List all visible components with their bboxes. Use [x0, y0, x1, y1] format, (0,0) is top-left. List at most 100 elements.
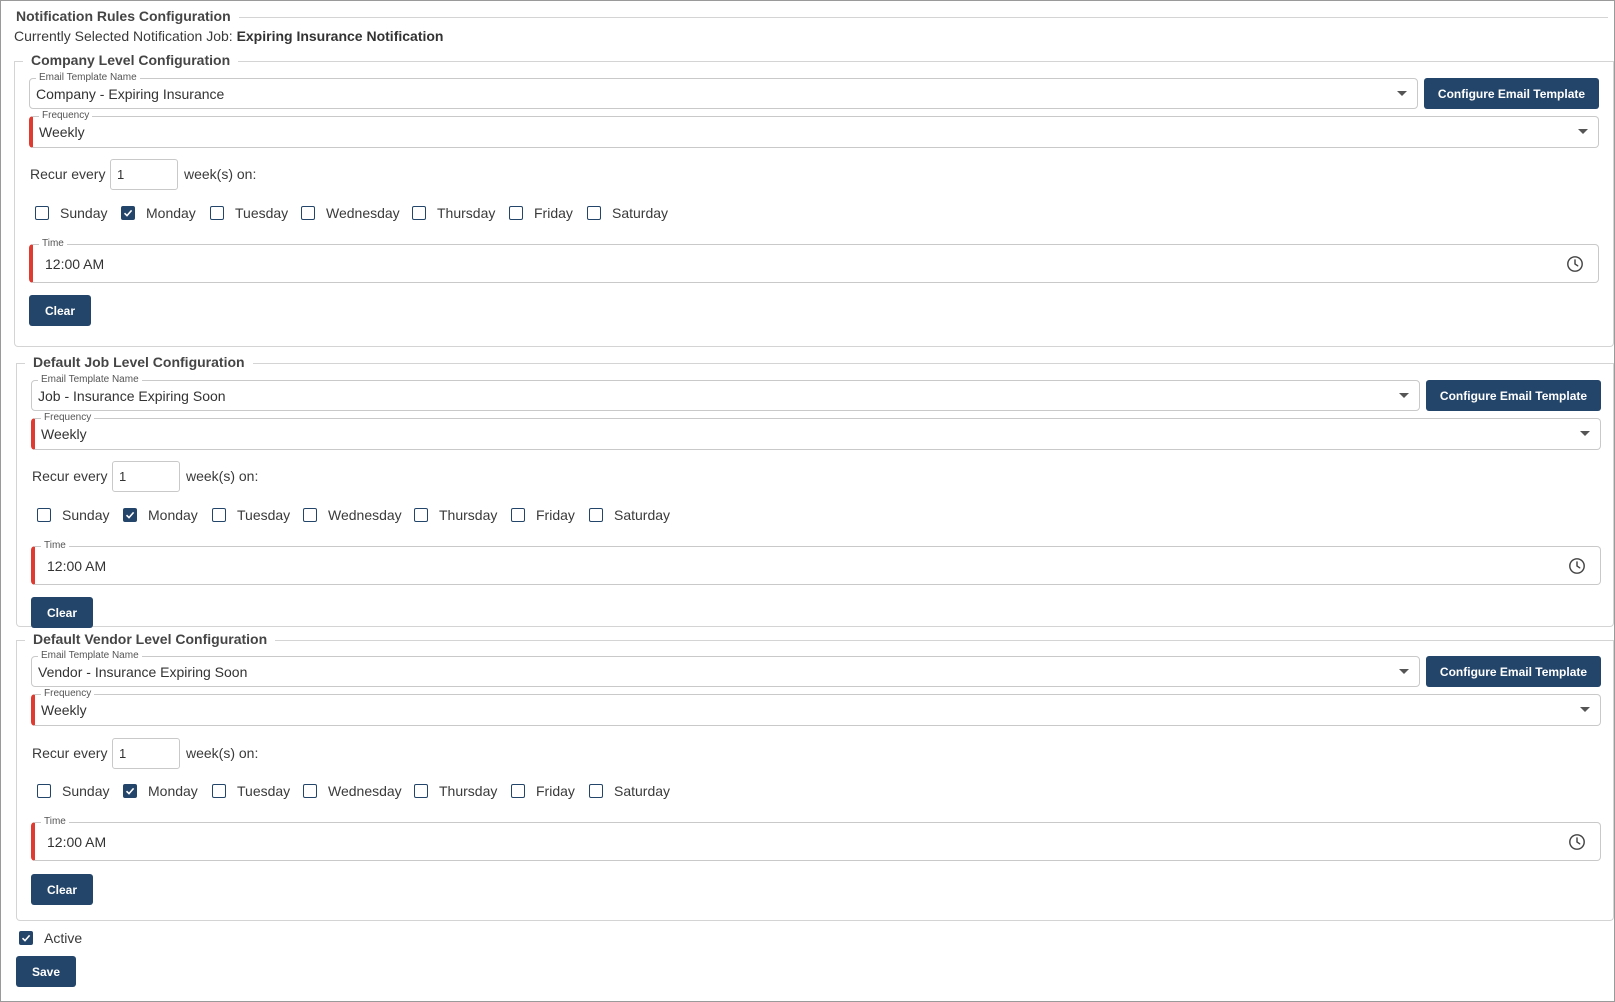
day-checkbox-tuesday[interactable]: Tuesday	[210, 205, 288, 221]
day-label: Sunday	[62, 783, 110, 799]
checkbox-box[interactable]	[589, 784, 603, 798]
day-checkbox-friday[interactable]: Friday	[511, 507, 575, 523]
day-checkbox-sunday[interactable]: Sunday	[35, 205, 107, 221]
recur-weeks-input[interactable]	[112, 461, 180, 492]
checkbox-box[interactable]	[35, 206, 49, 220]
day-label: Thursday	[439, 783, 498, 799]
checkbox-box[interactable]	[19, 931, 33, 945]
checkbox-box[interactable]	[123, 508, 137, 522]
checkbox-box[interactable]	[587, 206, 601, 220]
checkmark-icon	[123, 209, 133, 217]
time-input[interactable]: Time 12:00 AM	[29, 238, 1599, 283]
day-label: Sunday	[60, 205, 108, 221]
email-template-value: Company - Expiring Insurance	[36, 85, 225, 102]
day-checkbox-friday[interactable]: Friday	[509, 205, 573, 221]
fieldset-top-line	[8, 17, 1608, 18]
clear-button[interactable]: Clear	[31, 874, 93, 905]
day-label: Wednesday	[328, 507, 402, 523]
checkbox-box[interactable]	[511, 784, 525, 798]
clear-button[interactable]: Clear	[29, 295, 91, 326]
selected-job-name: Expiring Insurance Notification	[236, 28, 444, 44]
checkbox-box[interactable]	[37, 784, 51, 798]
email-template-select[interactable]: Email Template Name Job - Insurance Expi…	[31, 374, 1420, 411]
day-checkbox-monday[interactable]: Monday	[123, 507, 198, 523]
checkbox-box[interactable]	[412, 206, 426, 220]
section-title: Company Level Configuration	[23, 52, 239, 68]
configure-email-template-button[interactable]: Configure Email Template	[1426, 656, 1601, 687]
chevron-down-icon	[1580, 707, 1590, 712]
day-checkbox-monday[interactable]: Monday	[123, 783, 198, 799]
day-label: Wednesday	[326, 205, 400, 221]
checkbox-box[interactable]	[123, 784, 137, 798]
email-template-value: Job - Insurance Expiring Soon	[38, 387, 226, 404]
selected-job-prefix: Currently Selected Notification Job:	[14, 28, 233, 44]
day-checkbox-thursday[interactable]: Thursday	[412, 205, 495, 221]
checkbox-box[interactable]	[509, 206, 523, 220]
day-label: Friday	[536, 507, 575, 523]
day-label: Saturday	[614, 507, 671, 523]
clock-icon[interactable]	[1568, 557, 1586, 575]
active-label: Active	[44, 930, 83, 946]
day-checkbox-tuesday[interactable]: Tuesday	[212, 783, 290, 799]
checkbox-box[interactable]	[414, 784, 428, 798]
configure-email-template-button[interactable]: Configure Email Template	[1426, 380, 1601, 411]
time-input[interactable]: Time 12:00 AM	[31, 540, 1601, 585]
checkbox-box[interactable]	[301, 206, 315, 220]
day-checkbox-sunday[interactable]: Sunday	[37, 507, 109, 523]
checkbox-box[interactable]	[303, 784, 317, 798]
checkbox-box[interactable]	[589, 508, 603, 522]
checkmark-icon	[21, 934, 31, 942]
time-input[interactable]: Time 12:00 AM	[31, 816, 1601, 861]
clear-button[interactable]: Clear	[31, 597, 93, 628]
day-label: Saturday	[612, 205, 669, 221]
day-checkbox-wednesday[interactable]: Wednesday	[301, 205, 400, 221]
configure-email-template-button[interactable]: Configure Email Template	[1424, 78, 1599, 109]
frequency-select[interactable]: Frequency Weekly	[31, 412, 1601, 450]
recur-weeks-input[interactable]	[112, 738, 180, 769]
checkbox-box[interactable]	[414, 508, 428, 522]
section-title: Default Job Level Configuration	[25, 354, 253, 370]
checkbox-box[interactable]	[212, 508, 226, 522]
day-label: Monday	[148, 507, 198, 523]
email-template-select[interactable]: Email Template Name Vendor - Insurance E…	[31, 650, 1420, 687]
recur-weeks-input[interactable]	[110, 159, 178, 190]
checkbox-box[interactable]	[303, 508, 317, 522]
frequency-value: Weekly	[41, 702, 87, 718]
clock-icon[interactable]	[1566, 255, 1584, 273]
day-checkbox-saturday[interactable]: Saturday	[587, 205, 668, 221]
day-checkbox-saturday[interactable]: Saturday	[589, 783, 670, 799]
day-label: Tuesday	[237, 507, 291, 523]
day-checkbox-monday[interactable]: Monday	[121, 205, 196, 221]
day-checkbox-tuesday[interactable]: Tuesday	[212, 507, 290, 523]
day-label: Wednesday	[328, 783, 402, 799]
day-checkbox-thursday[interactable]: Thursday	[414, 783, 497, 799]
day-checkbox-sunday[interactable]: Sunday	[37, 783, 109, 799]
selected-job-line: Currently Selected Notification Job: Exp…	[14, 28, 443, 44]
checkbox-box[interactable]	[210, 206, 224, 220]
day-checkbox-wednesday[interactable]: Wednesday	[303, 507, 402, 523]
frequency-value: Weekly	[39, 124, 85, 140]
frequency-select[interactable]: Frequency Weekly	[29, 110, 1599, 148]
email-template-select[interactable]: Email Template Name Company - Expiring I…	[29, 72, 1418, 109]
chevron-down-icon	[1580, 431, 1590, 436]
save-button[interactable]: Save	[16, 956, 76, 987]
clock-icon[interactable]	[1568, 833, 1586, 851]
checkbox-box[interactable]	[37, 508, 51, 522]
weeks-on-label: week(s) on:	[186, 468, 259, 484]
chevron-down-icon	[1397, 90, 1407, 96]
day-checkbox-saturday[interactable]: Saturday	[589, 507, 670, 523]
time-value: 12:00 AM	[47, 557, 107, 574]
day-label: Friday	[534, 205, 573, 221]
section-title: Default Vendor Level Configuration	[25, 631, 276, 647]
active-checkbox[interactable]: Active	[19, 930, 82, 946]
frequency-select[interactable]: Frequency Weekly	[31, 688, 1601, 726]
checkbox-box[interactable]	[121, 206, 135, 220]
weeks-on-label: week(s) on:	[186, 745, 259, 761]
day-checkbox-wednesday[interactable]: Wednesday	[303, 783, 402, 799]
checkbox-box[interactable]	[511, 508, 525, 522]
day-checkbox-thursday[interactable]: Thursday	[414, 507, 497, 523]
day-label: Thursday	[437, 205, 496, 221]
checkbox-box[interactable]	[212, 784, 226, 798]
day-checkbox-friday[interactable]: Friday	[511, 783, 575, 799]
recur-every-label: Recur every	[30, 166, 106, 182]
